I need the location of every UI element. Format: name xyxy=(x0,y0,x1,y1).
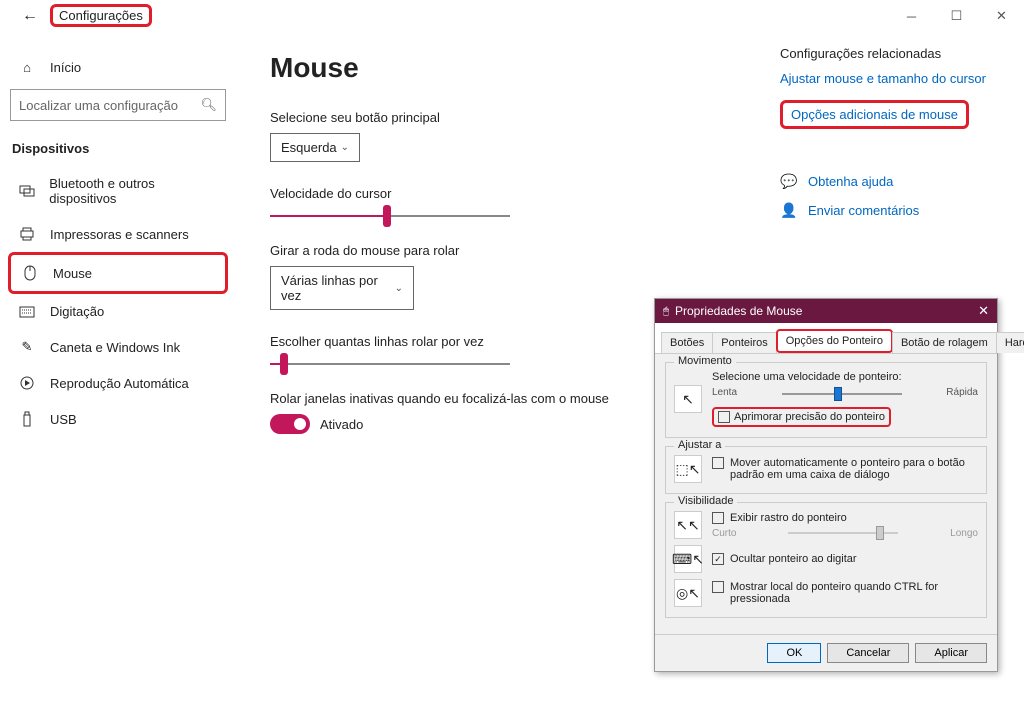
trails-icon: ↖↖ xyxy=(674,511,702,539)
lines-slider[interactable] xyxy=(270,363,510,365)
keyboard-icon xyxy=(18,306,36,318)
home-icon: ⌂ xyxy=(18,60,36,75)
close-window-button[interactable]: ✕ xyxy=(979,0,1024,32)
sidebar-item-label: Digitação xyxy=(50,304,104,319)
sidebar-item-bluetooth[interactable]: Bluetooth e outros dispositivos xyxy=(8,166,228,216)
enhance-precision-checkbox[interactable] xyxy=(718,411,730,423)
link-feedback[interactable]: Enviar comentários xyxy=(808,203,919,218)
ctrl-locate-checkbox[interactable] xyxy=(712,581,724,593)
maximize-button[interactable]: ☐ xyxy=(934,0,979,32)
primary-button-value: Esquerda xyxy=(281,140,337,155)
app-title: Configurações xyxy=(50,4,152,27)
cursor-speed-label: Velocidade do cursor xyxy=(270,186,740,201)
sidebar-item-label: Impressoras e scanners xyxy=(50,227,189,242)
link-additional-options[interactable]: Opções adicionais de mouse xyxy=(780,100,969,129)
hide-typing-label: Ocultar ponteiro ao digitar xyxy=(730,553,857,565)
short-label: Curto xyxy=(712,528,736,539)
search-icon: 🔍︎ xyxy=(200,97,217,113)
slow-label: Lenta xyxy=(712,387,737,401)
sidebar-item-usb[interactable]: USB xyxy=(8,401,228,437)
ctrl-locate-label: Mostrar local do ponteiro quando CTRL fo… xyxy=(730,581,978,605)
sidebar-item-label: Mouse xyxy=(53,266,92,281)
inactive-windows-toggle[interactable] xyxy=(270,414,310,434)
sidebar-item-typing[interactable]: Digitação xyxy=(8,294,228,329)
home-label: Início xyxy=(50,60,81,75)
hide-typing-checkbox[interactable] xyxy=(712,553,724,565)
search-input[interactable]: Localizar uma configuração 🔍︎ xyxy=(10,89,226,121)
trails-checkbox[interactable] xyxy=(712,512,724,524)
tab-pointers[interactable]: Ponteiros xyxy=(712,332,776,353)
related-heading: Configurações relacionadas xyxy=(780,46,1000,61)
devices-icon xyxy=(18,183,35,199)
trails-label: Exibir rastro do ponteiro xyxy=(730,512,847,524)
sidebar-item-pen[interactable]: ✎ Caneta e Windows Ink xyxy=(8,329,228,365)
sidebar-item-label: Reprodução Automática xyxy=(50,376,189,391)
printer-icon xyxy=(18,226,36,242)
snap-label: Mover automaticamente o ponteiro para o … xyxy=(730,457,978,481)
primary-button-select[interactable]: Esquerda ⌄ xyxy=(270,133,360,162)
search-placeholder: Localizar uma configuração xyxy=(19,98,178,113)
pen-icon: ✎ xyxy=(18,339,36,355)
apply-button[interactable]: Aplicar xyxy=(915,643,987,663)
sidebar-home[interactable]: ⌂ Início xyxy=(8,52,228,83)
tab-pointer-options[interactable]: Opções do Ponteiro xyxy=(776,329,893,353)
chevron-down-icon: ⌄ xyxy=(395,283,403,294)
back-button[interactable]: ← xyxy=(20,6,40,26)
trails-slider xyxy=(788,532,898,534)
long-label: Longo xyxy=(950,528,978,539)
sidebar-item-label: Bluetooth e outros dispositivos xyxy=(49,176,218,206)
tab-wheel[interactable]: Botão de rolagem xyxy=(892,332,997,353)
chevron-down-icon: ⌄ xyxy=(341,142,349,153)
group-visibility: Visibilidade xyxy=(674,495,737,507)
sidebar: ⌂ Início Localizar uma configuração 🔍︎ D… xyxy=(0,46,236,722)
scroll-wheel-select[interactable]: Várias linhas por vez ⌄ xyxy=(270,266,414,310)
tab-hardware[interactable]: Hardware xyxy=(996,332,1024,353)
dialog-title: Propriedades de Mouse xyxy=(675,304,802,318)
sidebar-item-label: Caneta e Windows Ink xyxy=(50,340,180,355)
cursor-speed-slider[interactable] xyxy=(270,215,510,217)
usb-icon xyxy=(18,411,36,427)
pointer-speed-icon: ↖ xyxy=(674,385,702,413)
snap-checkbox[interactable] xyxy=(712,457,724,469)
sidebar-item-label: USB xyxy=(50,412,77,427)
group-movement: Movimento xyxy=(674,355,736,367)
page-title: Mouse xyxy=(270,52,740,84)
ctrl-locate-icon: ◎↖ xyxy=(674,579,702,607)
fast-label: Rápida xyxy=(946,387,978,401)
sidebar-item-printers[interactable]: Impressoras e scanners xyxy=(8,216,228,252)
scroll-wheel-value: Várias linhas por vez xyxy=(281,273,395,303)
dialog-close-button[interactable]: ✕ xyxy=(978,303,989,319)
group-snap: Ajustar a xyxy=(674,439,725,451)
snap-icon: ⬚↖ xyxy=(674,455,702,483)
autoplay-icon xyxy=(18,375,36,391)
link-get-help[interactable]: Obtenha ajuda xyxy=(808,174,893,189)
primary-button-label: Selecione seu botão principal xyxy=(270,110,740,125)
pointer-speed-label: Selecione uma velocidade de ponteiro: xyxy=(712,371,978,383)
minimize-button[interactable]: ─ xyxy=(889,0,934,32)
sidebar-item-mouse[interactable]: Mouse xyxy=(8,252,228,294)
sidebar-section: Dispositivos xyxy=(8,135,228,166)
hide-icon: ⌨↖ xyxy=(674,545,702,573)
help-icon: 💬 xyxy=(780,173,796,190)
mouse-icon xyxy=(21,265,39,281)
mouse-properties-dialog: 🖱 Propriedades de Mouse ✕ Botões Ponteir… xyxy=(654,298,998,672)
toggle-state: Ativado xyxy=(320,417,363,432)
pointer-speed-slider[interactable] xyxy=(782,393,902,395)
enhance-precision-label: Aprimorar precisão do ponteiro xyxy=(734,411,885,423)
link-adjust-mouse[interactable]: Ajustar mouse e tamanho do cursor xyxy=(780,71,1000,86)
tab-buttons[interactable]: Botões xyxy=(661,332,713,353)
cancel-button[interactable]: Cancelar xyxy=(827,643,909,663)
sidebar-item-autoplay[interactable]: Reprodução Automática xyxy=(8,365,228,401)
scroll-wheel-label: Girar a roda do mouse para rolar xyxy=(270,243,740,258)
mouse-small-icon: 🖱 xyxy=(663,306,669,317)
feedback-icon: 👤 xyxy=(780,202,796,219)
ok-button[interactable]: OK xyxy=(767,643,821,663)
